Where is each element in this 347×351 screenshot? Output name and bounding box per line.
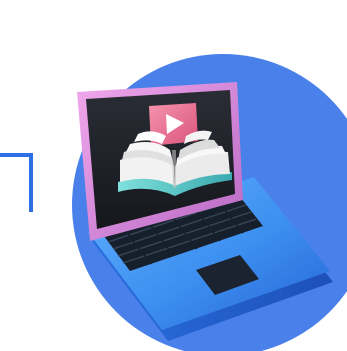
laptop-illustration [0, 54, 347, 351]
accent-line [0, 153, 33, 212]
